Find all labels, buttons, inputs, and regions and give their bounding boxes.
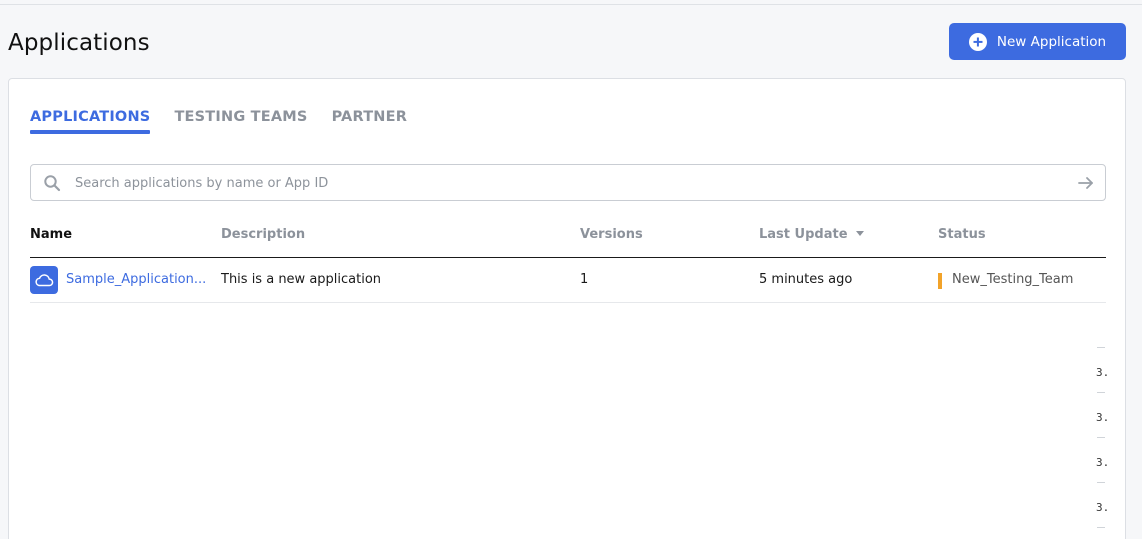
side-tick: [1097, 527, 1105, 528]
app-description: This is a new application: [221, 272, 382, 287]
cloud-icon: [35, 274, 54, 287]
side-tick: [1097, 392, 1105, 393]
page-title: Applications: [8, 30, 150, 56]
side-fragment: 3.: [1096, 456, 1110, 469]
tab-partner[interactable]: PARTNER: [332, 109, 408, 131]
table-header: Name Description Versions Last Update St…: [30, 227, 1106, 258]
top-divider: [0, 4, 1142, 5]
app-versions: 1: [580, 272, 589, 287]
tab-applications[interactable]: APPLICATIONS: [30, 109, 151, 134]
side-fragment: 3.: [1096, 501, 1110, 514]
arrow-right-icon[interactable]: [1077, 174, 1095, 192]
column-header-description[interactable]: Description: [221, 227, 305, 242]
column-header-versions[interactable]: Versions: [580, 227, 643, 242]
app-name-link[interactable]: Sample_Application...: [66, 272, 206, 287]
side-fragment: 3.: [1096, 366, 1110, 379]
app-status: New_Testing_Team: [938, 272, 1074, 289]
applications-table: Name Description Versions Last Update St…: [30, 227, 1106, 303]
applications-card: APPLICATIONS TESTING TEAMS PARTNER Name …: [8, 78, 1126, 539]
status-indicator: [938, 273, 942, 289]
new-application-button[interactable]: New Application: [949, 23, 1126, 60]
column-header-last-update[interactable]: Last Update: [759, 227, 864, 242]
side-tick: [1097, 347, 1105, 348]
side-fragment: 3.: [1096, 411, 1110, 424]
table-row[interactable]: Sample_Application... This is a new appl…: [30, 258, 1106, 303]
tab-bar: APPLICATIONS TESTING TEAMS PARTNER: [30, 109, 408, 134]
side-tick: [1097, 437, 1105, 438]
app-last-update: 5 minutes ago: [759, 272, 853, 287]
search-bar: [30, 164, 1106, 201]
app-icon[interactable]: [30, 266, 58, 294]
tab-testing-teams[interactable]: TESTING TEAMS: [174, 109, 307, 131]
column-header-last-update-label: Last Update: [759, 227, 848, 242]
column-header-name[interactable]: Name: [30, 227, 72, 242]
new-application-label: New Application: [996, 33, 1107, 50]
plus-circle-icon: [968, 32, 987, 51]
side-tick: [1097, 482, 1105, 483]
sort-down-icon[interactable]: [855, 231, 864, 236]
column-header-status[interactable]: Status: [938, 227, 986, 242]
search-icon: [44, 175, 61, 192]
search-input[interactable]: [75, 171, 1065, 195]
status-label: New_Testing_Team: [952, 272, 1074, 287]
